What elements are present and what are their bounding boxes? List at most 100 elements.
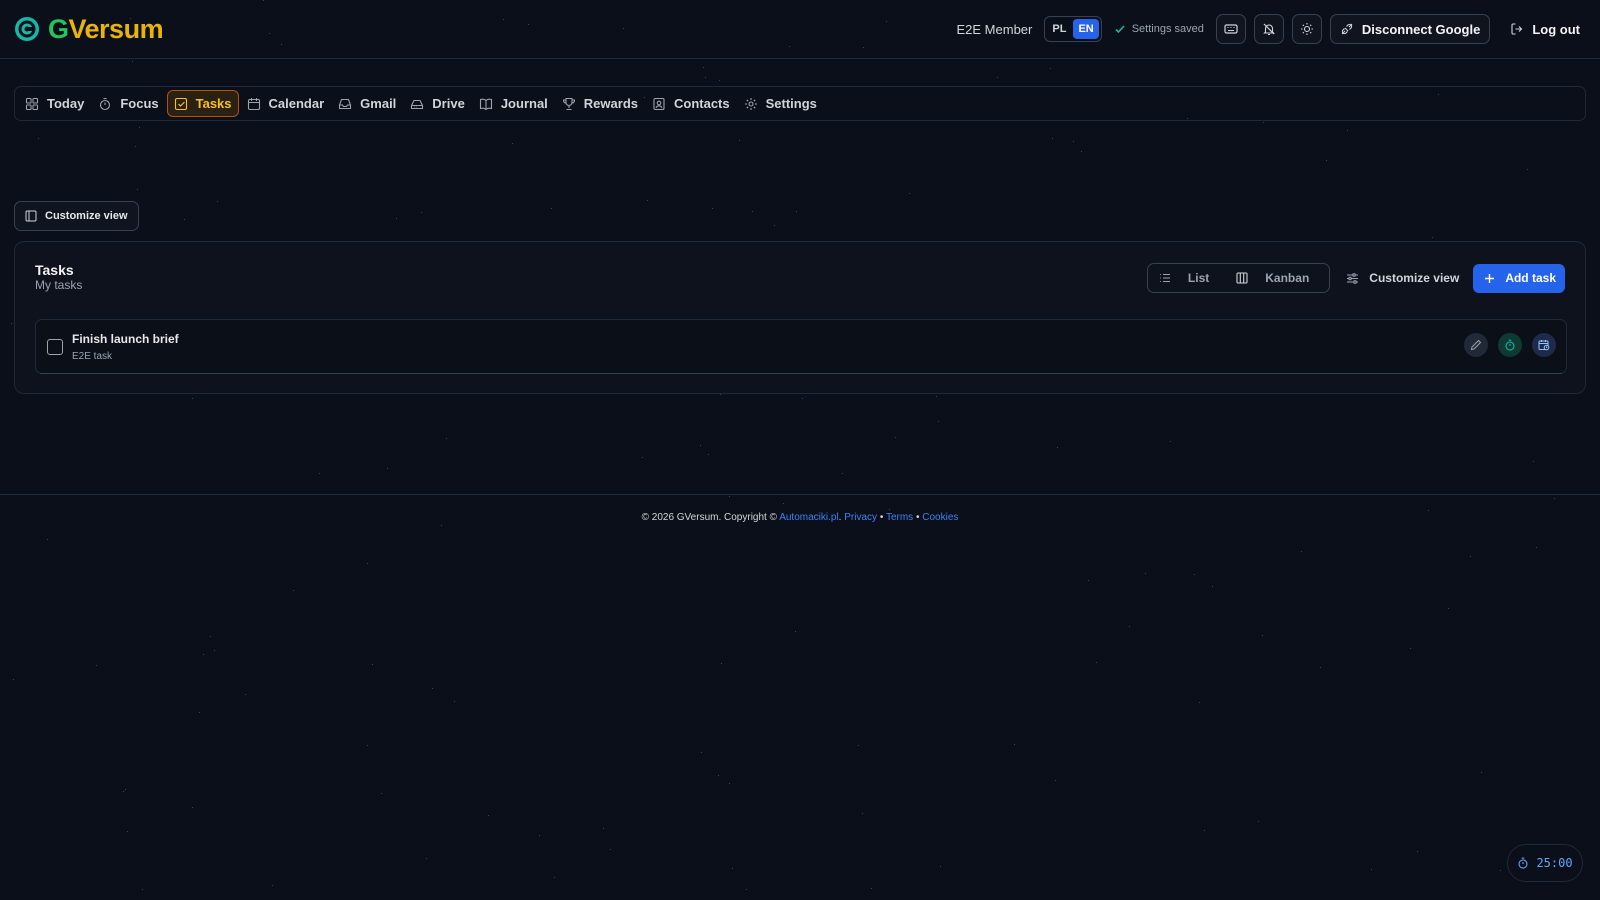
logo-text: GVersum bbox=[48, 13, 164, 44]
nav-item-journal[interactable]: Journal bbox=[473, 90, 554, 117]
check-icon bbox=[1115, 25, 1125, 34]
nav-item-tasks[interactable]: Tasks bbox=[166, 90, 239, 117]
star bbox=[454, 701, 455, 702]
schedule-task-button[interactable] bbox=[1532, 333, 1556, 357]
star bbox=[1554, 498, 1555, 499]
nav-item-gmail[interactable]: Gmail bbox=[332, 90, 402, 117]
star bbox=[396, 218, 397, 219]
star bbox=[272, 885, 273, 886]
customize-layout-button[interactable]: Customize view bbox=[14, 201, 139, 231]
nav-item-rewards[interactable]: Rewards bbox=[556, 90, 644, 117]
star bbox=[1050, 68, 1051, 69]
star bbox=[774, 225, 775, 226]
star bbox=[1410, 648, 1411, 649]
nav-item-label: Drive bbox=[432, 96, 465, 111]
star bbox=[1014, 744, 1015, 745]
star bbox=[1527, 169, 1528, 170]
layout-panel-icon bbox=[25, 210, 37, 222]
add-task-label: Add task bbox=[1505, 271, 1556, 285]
view-list-button[interactable]: List bbox=[1150, 266, 1227, 290]
nav-item-drive[interactable]: Drive bbox=[404, 90, 471, 117]
drive-icon bbox=[411, 99, 424, 109]
customize-layout-label: Customize view bbox=[45, 210, 128, 222]
nav-item-today[interactable]: Today bbox=[19, 90, 90, 117]
start-focus-button[interactable] bbox=[1498, 333, 1522, 357]
nav-item-contacts[interactable]: Contacts bbox=[646, 90, 736, 117]
star bbox=[1096, 662, 1097, 663]
nav-item-settings[interactable]: Settings bbox=[738, 90, 823, 117]
star bbox=[372, 664, 373, 665]
grid-icon bbox=[25, 97, 39, 110]
task-row[interactable]: Finish launch brief E2E task bbox=[35, 319, 1567, 374]
cookies-link[interactable]: Cookies bbox=[922, 512, 958, 523]
theme-toggle-button[interactable] bbox=[1291, 14, 1322, 44]
keyboard-shortcuts-button[interactable] bbox=[1215, 14, 1246, 44]
check-square-icon bbox=[174, 97, 187, 110]
star bbox=[795, 631, 796, 632]
language-pl[interactable]: PL bbox=[1047, 19, 1071, 39]
calendar-clock-icon bbox=[1538, 340, 1550, 351]
star bbox=[1088, 580, 1089, 581]
nav-item-focus[interactable]: Focus bbox=[92, 90, 164, 117]
star bbox=[842, 473, 843, 474]
star bbox=[1262, 635, 1263, 636]
customize-view-button[interactable]: Customize view bbox=[1340, 271, 1463, 285]
star bbox=[708, 454, 709, 455]
star bbox=[1129, 626, 1130, 627]
star bbox=[940, 866, 941, 867]
star bbox=[936, 396, 937, 397]
star bbox=[1428, 510, 1429, 511]
star bbox=[712, 208, 713, 209]
star bbox=[1194, 574, 1195, 575]
nav-item-label: Today bbox=[47, 96, 85, 111]
star bbox=[783, 503, 784, 504]
star bbox=[554, 877, 555, 878]
view-kanban-button[interactable]: Kanban bbox=[1227, 266, 1327, 290]
footer-divider bbox=[0, 494, 1600, 495]
star bbox=[642, 457, 643, 458]
trophy-icon bbox=[562, 97, 575, 110]
star bbox=[387, 468, 388, 469]
logo[interactable]: GVersum bbox=[14, 13, 164, 45]
star bbox=[1320, 667, 1321, 668]
tasks-card: Tasks My tasks List Kanban Customize vie… bbox=[14, 241, 1586, 394]
star bbox=[862, 813, 863, 814]
star bbox=[446, 438, 447, 439]
star bbox=[1301, 551, 1302, 552]
star bbox=[381, 793, 382, 794]
terms-link[interactable]: Terms bbox=[886, 512, 913, 523]
task-checkbox[interactable] bbox=[47, 339, 63, 355]
columns-icon bbox=[1236, 272, 1248, 284]
star bbox=[1481, 772, 1482, 773]
disconnect-google-label: Disconnect Google bbox=[1361, 21, 1481, 37]
customize-view-label: Customize view bbox=[1369, 271, 1460, 285]
nav-item-label: Rewards bbox=[583, 96, 638, 111]
disconnect-google-button[interactable]: Disconnect Google bbox=[1329, 14, 1491, 44]
star bbox=[858, 745, 859, 746]
nav-item-calendar[interactable]: Calendar bbox=[241, 90, 331, 117]
star bbox=[184, 219, 185, 220]
star bbox=[441, 525, 442, 526]
language-en[interactable]: EN bbox=[1073, 19, 1099, 39]
add-task-button[interactable]: Add task bbox=[1473, 263, 1565, 293]
star bbox=[293, 590, 294, 591]
edit-task-button[interactable] bbox=[1464, 333, 1488, 357]
star bbox=[1263, 122, 1264, 123]
notifications-button[interactable] bbox=[1253, 14, 1284, 44]
pomodoro-timer[interactable]: 25:00 bbox=[1507, 844, 1583, 882]
book-icon bbox=[479, 98, 492, 110]
star bbox=[367, 745, 368, 746]
star bbox=[1170, 441, 1171, 442]
star bbox=[729, 783, 730, 784]
star bbox=[192, 398, 193, 399]
logo-icon bbox=[15, 17, 39, 41]
star bbox=[1371, 869, 1372, 870]
star bbox=[199, 712, 200, 713]
star bbox=[796, 211, 797, 212]
nav-item-label: Tasks bbox=[195, 96, 232, 111]
company-link[interactable]: Automaciki.pl bbox=[779, 512, 838, 523]
task-tag: E2E task bbox=[72, 351, 113, 362]
star bbox=[746, 889, 747, 890]
privacy-link[interactable]: Privacy bbox=[844, 512, 877, 523]
logout-button[interactable]: Log out bbox=[1498, 22, 1586, 37]
